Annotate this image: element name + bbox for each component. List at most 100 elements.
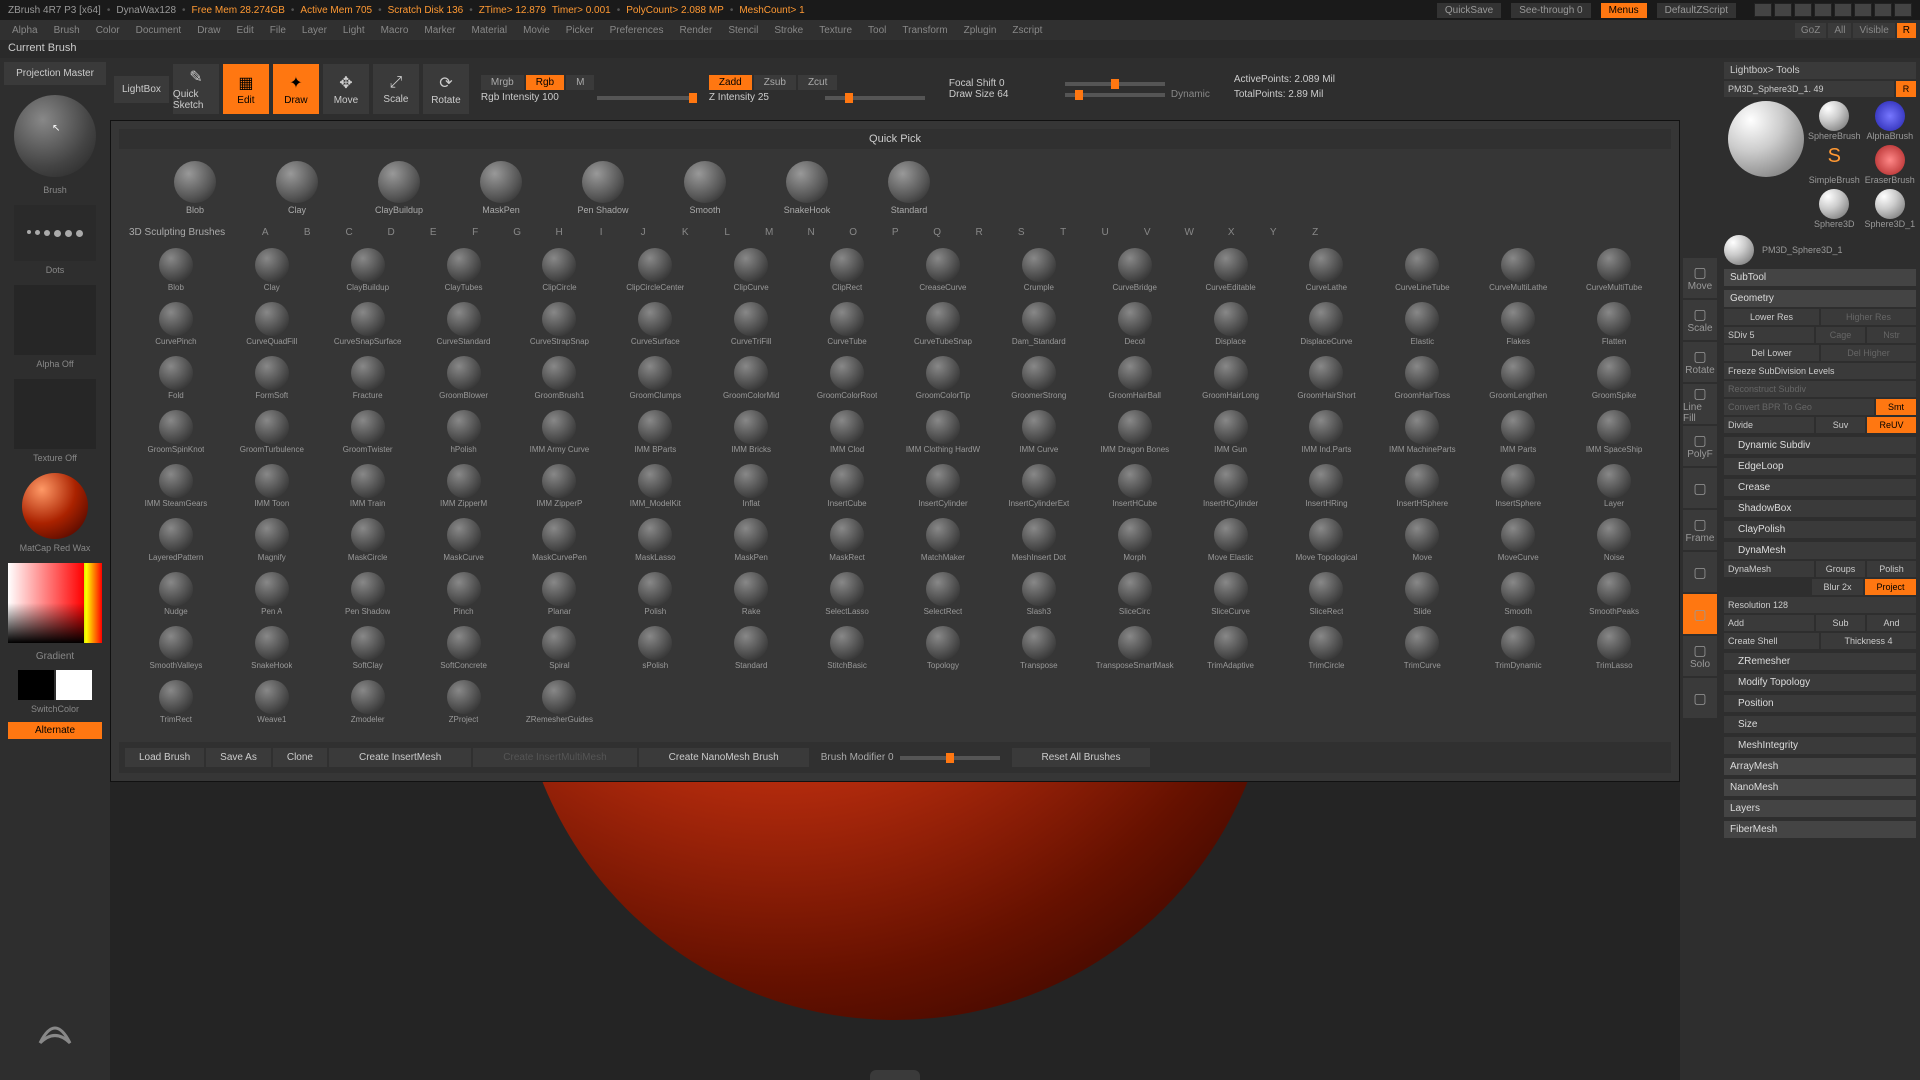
brush-item[interactable]: IMM Curve bbox=[992, 410, 1086, 462]
brush-item[interactable]: Planar bbox=[513, 572, 607, 624]
brush-item[interactable]: IMM Clothing HardW bbox=[896, 410, 990, 462]
menu-brush[interactable]: Brush bbox=[46, 23, 88, 38]
resolution-slider[interactable]: Resolution 128 bbox=[1724, 597, 1916, 613]
scale-button[interactable]: ⤢Scale bbox=[373, 64, 419, 114]
brush-item[interactable]: SelectLasso bbox=[800, 572, 894, 624]
minimize-button[interactable] bbox=[1854, 3, 1872, 17]
tool-thumb[interactable] bbox=[1875, 145, 1905, 175]
quickpick-brush[interactable]: Standard bbox=[873, 161, 945, 215]
brush-item[interactable]: SmoothValleys bbox=[129, 626, 223, 678]
brush-item[interactable]: IMM MachineParts bbox=[1375, 410, 1469, 462]
brush-item[interactable]: Weave1 bbox=[225, 680, 319, 732]
brush-item[interactable]: TrimDynamic bbox=[1471, 626, 1565, 678]
brush-item[interactable]: TrimCircle bbox=[1280, 626, 1374, 678]
menu-zscript[interactable]: Zscript bbox=[1004, 23, 1050, 38]
brush-item[interactable]: Dam_Standard bbox=[992, 302, 1086, 354]
filter-letter[interactable]: W bbox=[1179, 227, 1199, 238]
lower-res-button[interactable]: Lower Res bbox=[1724, 309, 1819, 325]
tool-thumb[interactable] bbox=[1875, 189, 1905, 219]
menu-transform[interactable]: Transform bbox=[894, 23, 955, 38]
brush-item[interactable]: SoftConcrete bbox=[417, 626, 511, 678]
brush-item[interactable]: Spiral bbox=[513, 626, 607, 678]
filter-letter[interactable]: I bbox=[591, 227, 611, 238]
brush-item[interactable]: SliceCurve bbox=[1184, 572, 1278, 624]
goz-visible[interactable]: Visible bbox=[1853, 23, 1894, 38]
brush-item[interactable]: IMM Dragon Bones bbox=[1088, 410, 1182, 462]
filter-letter[interactable]: X bbox=[1221, 227, 1241, 238]
quickpick-brush[interactable]: MaskPen bbox=[465, 161, 537, 215]
brush-item[interactable]: IMM Parts bbox=[1471, 410, 1565, 462]
del-higher-button[interactable]: Del Higher bbox=[1821, 345, 1916, 361]
brush-item[interactable]: InsertHCylinder bbox=[1184, 464, 1278, 516]
viewport-tool[interactable]: ▢PolyF bbox=[1683, 426, 1717, 466]
size-header[interactable]: Size bbox=[1724, 716, 1916, 733]
viewport-tool[interactable]: ▢Scale bbox=[1683, 300, 1717, 340]
brush-item[interactable]: Decol bbox=[1088, 302, 1182, 354]
brush-item[interactable]: SoftClay bbox=[321, 626, 415, 678]
filter-letter[interactable]: E bbox=[423, 227, 443, 238]
filter-letter[interactable]: P bbox=[885, 227, 905, 238]
brush-item[interactable]: ZRemesherGuides bbox=[513, 680, 607, 732]
brush-item[interactable]: InsertSphere bbox=[1471, 464, 1565, 516]
window-button[interactable] bbox=[1834, 3, 1852, 17]
brush-item[interactable]: Polish bbox=[608, 572, 702, 624]
menu-draw[interactable]: Draw bbox=[189, 23, 228, 38]
menu-edit[interactable]: Edit bbox=[229, 23, 262, 38]
window-button[interactable] bbox=[1814, 3, 1832, 17]
brush-item[interactable]: Pen A bbox=[225, 572, 319, 624]
filter-letter[interactable]: D bbox=[381, 227, 401, 238]
brush-item[interactable]: TrimRect bbox=[129, 680, 223, 732]
brush-item[interactable]: MaskCircle bbox=[321, 518, 415, 570]
quickpick-brush[interactable]: Blob bbox=[159, 161, 231, 215]
brush-item[interactable]: Layer bbox=[1567, 464, 1661, 516]
draw-size[interactable]: Draw Size 64 bbox=[949, 89, 1059, 100]
quickpick-brush[interactable]: Clay bbox=[261, 161, 333, 215]
brush-item[interactable]: IMM Clod bbox=[800, 410, 894, 462]
del-lower-button[interactable]: Del Lower bbox=[1724, 345, 1819, 361]
goz-button[interactable]: GoZ bbox=[1795, 23, 1826, 38]
brush-item[interactable]: Smooth bbox=[1471, 572, 1565, 624]
filter-letter[interactable]: K bbox=[675, 227, 695, 238]
switchcolor-button[interactable]: SwitchColor bbox=[31, 704, 79, 714]
crease-header[interactable]: Crease bbox=[1724, 479, 1916, 496]
higher-res-button[interactable]: Higher Res bbox=[1821, 309, 1916, 325]
claypolish-header[interactable]: ClayPolish bbox=[1724, 521, 1916, 538]
brush-item[interactable]: TrimAdaptive bbox=[1184, 626, 1278, 678]
brush-item[interactable]: ClayBuildup bbox=[321, 248, 415, 300]
color-picker[interactable] bbox=[8, 563, 102, 643]
window-button[interactable] bbox=[1754, 3, 1772, 17]
filter-letter[interactable]: Z bbox=[1305, 227, 1325, 238]
brush-item[interactable]: Magnify bbox=[225, 518, 319, 570]
brush-item[interactable]: Crumple bbox=[992, 248, 1086, 300]
menu-material[interactable]: Material bbox=[464, 23, 516, 38]
brush-item[interactable]: SliceCirc bbox=[1088, 572, 1182, 624]
brush-item[interactable]: GroomTwister bbox=[321, 410, 415, 462]
viewport-tool[interactable]: ▢Move bbox=[1683, 258, 1717, 298]
menu-document[interactable]: Document bbox=[128, 23, 190, 38]
viewport-tool[interactable]: ▢ bbox=[1683, 552, 1717, 592]
brush-item[interactable]: CurveSnapSurface bbox=[321, 302, 415, 354]
project-button[interactable]: Project bbox=[1865, 579, 1916, 595]
filter-letter[interactable]: T bbox=[1053, 227, 1073, 238]
tool-r-button[interactable]: R bbox=[1896, 81, 1916, 97]
brush-item[interactable]: FormSoft bbox=[225, 356, 319, 408]
brush-item[interactable]: InsertCube bbox=[800, 464, 894, 516]
filter-letter[interactable]: F bbox=[465, 227, 485, 238]
menu-stencil[interactable]: Stencil bbox=[720, 23, 766, 38]
brush-item[interactable]: Clay bbox=[225, 248, 319, 300]
brush-item[interactable]: CurveLineTube bbox=[1375, 248, 1469, 300]
freeze-subdiv-button[interactable]: Freeze SubDivision Levels bbox=[1724, 363, 1916, 379]
brush-item[interactable]: CurveQuadFill bbox=[225, 302, 319, 354]
position-header[interactable]: Position bbox=[1724, 695, 1916, 712]
brush-item[interactable]: DisplaceCurve bbox=[1280, 302, 1374, 354]
dynamesh-header[interactable]: DynaMesh bbox=[1724, 542, 1916, 559]
filter-letter[interactable]: O bbox=[843, 227, 863, 238]
brush-item[interactable]: IMM Army Curve bbox=[513, 410, 607, 462]
viewport-tool[interactable]: ▢Rotate bbox=[1683, 342, 1717, 382]
brush-item[interactable]: IMM_ModelKit bbox=[608, 464, 702, 516]
brush-item[interactable]: CurveTube bbox=[800, 302, 894, 354]
brush-item[interactable]: Zmodeler bbox=[321, 680, 415, 732]
brush-item[interactable]: ClayTubes bbox=[417, 248, 511, 300]
close-button[interactable] bbox=[1894, 3, 1912, 17]
draw-button[interactable]: ✦Draw bbox=[273, 64, 319, 114]
